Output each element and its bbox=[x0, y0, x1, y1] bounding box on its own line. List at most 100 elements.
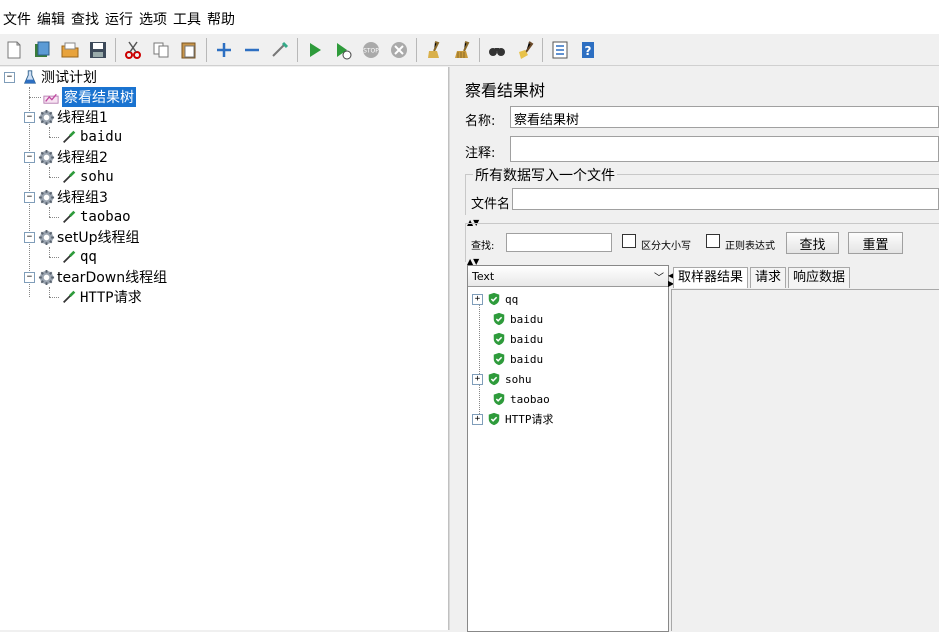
result-item-label: baidu bbox=[510, 352, 544, 366]
menu-options[interactable]: 选项 bbox=[136, 7, 170, 34]
comment-field[interactable] bbox=[510, 136, 939, 162]
collapse-toggle-icon[interactable]: − bbox=[24, 231, 35, 243]
result-item-label: taobao bbox=[510, 392, 550, 406]
start-no-pause-icon[interactable] bbox=[332, 39, 354, 61]
test-plan-tree[interactable]: − 测试计划 察看结果树 − 线程组1 baidu − 线程组2 sohu − … bbox=[0, 67, 449, 630]
collapse-toggle-icon[interactable]: − bbox=[4, 71, 15, 83]
tree-node-sampler[interactable]: taobao bbox=[58, 207, 131, 227]
result-item[interactable]: taobao bbox=[488, 390, 550, 408]
sampler-icon bbox=[60, 288, 78, 306]
new-file-icon[interactable] bbox=[3, 39, 25, 61]
tab-request[interactable]: 请求 bbox=[750, 267, 787, 288]
name-label: 名称: bbox=[465, 114, 496, 129]
search-input[interactable] bbox=[506, 233, 612, 252]
success-shield-icon bbox=[490, 310, 508, 328]
thread-group-icon bbox=[37, 268, 55, 286]
expand-toggle-icon[interactable]: + bbox=[472, 293, 483, 305]
renderer-select[interactable]: Text ﹀ bbox=[468, 266, 668, 287]
help-icon[interactable]: ? bbox=[577, 39, 599, 61]
tree-node-thread-group-1[interactable]: − 线程组1 bbox=[24, 107, 108, 127]
tree-node-teardown-thread-group[interactable]: − tearDown线程组 bbox=[24, 267, 167, 287]
tree-node-thread-group-2[interactable]: − 线程组2 bbox=[24, 147, 108, 167]
menu-file[interactable]: 文件 bbox=[0, 7, 34, 34]
tab-response-data[interactable]: 响应数据 bbox=[788, 267, 851, 288]
tree-node-thread-group-3[interactable]: − 线程组3 bbox=[24, 187, 108, 207]
collapse-toggle-icon[interactable]: − bbox=[24, 151, 35, 163]
name-field[interactable]: 察看结果树 bbox=[510, 106, 939, 128]
menu-edit[interactable]: 编辑 bbox=[34, 7, 68, 34]
stop-icon[interactable]: STOP bbox=[360, 39, 382, 61]
tree-connector bbox=[49, 287, 50, 297]
tree-node-label: 线程组1 bbox=[57, 110, 108, 126]
collapse-toggle-icon[interactable]: − bbox=[24, 111, 35, 123]
result-item[interactable]: baidu bbox=[488, 310, 543, 328]
tree-connector bbox=[49, 127, 50, 137]
comment-label: 注释: bbox=[465, 146, 496, 161]
tree-node-setup-thread-group[interactable]: − setUp线程组 bbox=[24, 227, 140, 247]
result-item[interactable]: + qq bbox=[472, 290, 518, 308]
menu-run[interactable]: 运行 bbox=[102, 7, 136, 34]
tree-node-test-plan[interactable]: − 测试计划 bbox=[4, 67, 97, 87]
save-icon[interactable] bbox=[87, 39, 109, 61]
collapse-toggle-icon[interactable]: − bbox=[24, 191, 35, 203]
search-icon[interactable] bbox=[486, 39, 508, 61]
results-tree[interactable]: Text ﹀ + qq baidu baidu baidu + sohu tao… bbox=[467, 265, 669, 632]
filename-field[interactable] bbox=[512, 188, 939, 210]
menu-help[interactable]: 帮助 bbox=[204, 7, 238, 34]
expand-toggle-icon[interactable]: + bbox=[472, 373, 483, 385]
function-helper-icon[interactable] bbox=[549, 39, 571, 61]
tab-sampler-result[interactable]: 取样器结果 bbox=[673, 267, 749, 288]
collapse-icon[interactable] bbox=[241, 39, 263, 61]
thread-group-icon bbox=[37, 148, 55, 166]
result-item[interactable]: + HTTP请求 bbox=[472, 410, 554, 428]
svg-text:?: ? bbox=[585, 44, 592, 58]
collapse-toggle-icon[interactable]: − bbox=[24, 271, 35, 283]
toolbar-separator bbox=[297, 37, 298, 62]
open-icon[interactable] bbox=[59, 39, 81, 61]
toolbar: STOP ? bbox=[0, 34, 939, 66]
tree-node-view-results[interactable]: 察看结果树 bbox=[40, 87, 136, 107]
clear-icon[interactable] bbox=[423, 39, 445, 61]
test-plan-icon bbox=[21, 68, 39, 86]
toolbar-separator bbox=[542, 37, 543, 62]
templates-icon[interactable] bbox=[31, 39, 53, 61]
result-item[interactable]: baidu bbox=[488, 330, 543, 348]
tree-connector bbox=[49, 207, 50, 217]
cut-icon[interactable] bbox=[122, 39, 144, 61]
reset-search-icon[interactable] bbox=[514, 39, 536, 61]
clear-all-icon[interactable] bbox=[451, 39, 473, 61]
tab-content bbox=[671, 289, 939, 631]
result-item[interactable]: + sohu bbox=[472, 370, 532, 388]
expand-toggle-icon[interactable]: + bbox=[472, 413, 483, 425]
tree-connector bbox=[49, 167, 50, 177]
result-item[interactable]: baidu bbox=[488, 350, 543, 368]
start-icon[interactable] bbox=[304, 39, 326, 61]
tree-node-label: qq bbox=[80, 249, 97, 265]
toggle-icon[interactable] bbox=[269, 39, 291, 61]
sampler-icon bbox=[60, 128, 78, 146]
tree-node-sampler[interactable]: HTTP请求 bbox=[58, 287, 142, 307]
menu-search[interactable]: 查找 bbox=[68, 7, 102, 34]
case-sensitive-checkbox[interactable] bbox=[622, 234, 636, 248]
success-shield-icon bbox=[485, 290, 503, 308]
expand-icon[interactable] bbox=[213, 39, 235, 61]
reset-button[interactable]: 重置 bbox=[848, 232, 903, 254]
paste-icon[interactable] bbox=[178, 39, 200, 61]
chevron-down-icon: ﹀ bbox=[654, 272, 664, 284]
menu-tools[interactable]: 工具 bbox=[170, 7, 204, 34]
regex-checkbox[interactable] bbox=[706, 234, 720, 248]
copy-icon[interactable] bbox=[150, 39, 172, 61]
result-tabs: 取样器结果 请求 响应数据 bbox=[673, 267, 852, 289]
sampler-icon bbox=[60, 208, 78, 226]
thread-group-icon bbox=[37, 108, 55, 126]
tree-node-sampler[interactable]: sohu bbox=[58, 167, 114, 187]
tree-connector bbox=[479, 296, 480, 418]
tree-node-label: tearDown线程组 bbox=[57, 270, 168, 286]
tree-node-sampler[interactable]: qq bbox=[58, 247, 97, 267]
tree-connector bbox=[49, 247, 50, 257]
shutdown-icon[interactable] bbox=[388, 39, 410, 61]
tree-node-label: taobao bbox=[80, 209, 131, 225]
tree-node-label: 察看结果树 bbox=[62, 87, 136, 107]
tree-node-sampler[interactable]: baidu bbox=[58, 127, 122, 147]
find-button[interactable]: 查找 bbox=[786, 232, 839, 254]
